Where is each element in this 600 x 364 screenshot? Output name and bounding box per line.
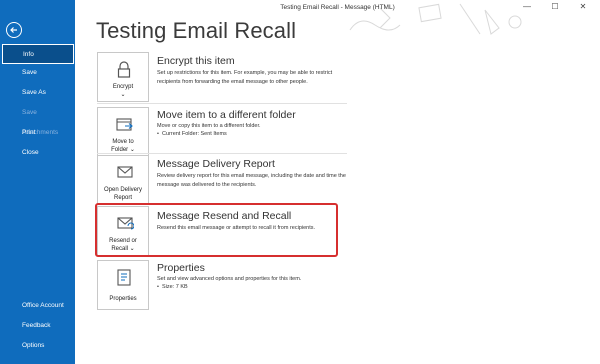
move-title: Move item to a different folder bbox=[157, 109, 296, 121]
sidebar-item-options[interactable]: Options bbox=[2, 336, 74, 356]
sidebar-item-save-attachments: Save Attachments bbox=[22, 109, 59, 136]
move-button-label: Move to Folder ⌄ bbox=[111, 139, 135, 153]
encrypt-button[interactable]: Encrypt ⌄ bbox=[97, 52, 149, 102]
sidebar-item-feedback[interactable]: Feedback bbox=[2, 316, 74, 336]
properties-button[interactable]: Properties bbox=[97, 260, 149, 310]
encrypt-button-label: Encrypt ⌄ bbox=[112, 84, 134, 98]
sidebar-item-office-account[interactable]: Office Account bbox=[2, 296, 74, 316]
sidebar-item-print[interactable]: Print bbox=[2, 123, 74, 143]
sidebar-item-info[interactable]: Info bbox=[2, 44, 74, 64]
folder-move-icon bbox=[116, 118, 133, 131]
close-icon[interactable]: ✕ bbox=[576, 2, 590, 14]
open-delivery-report-button[interactable]: Open Delivery Report bbox=[97, 155, 149, 205]
back-arrow-icon[interactable] bbox=[6, 22, 22, 38]
highlight-box bbox=[95, 203, 338, 257]
lock-icon bbox=[117, 61, 131, 78]
move-description: Move or copy this item to a different fo… bbox=[157, 123, 261, 129]
divider bbox=[97, 103, 347, 104]
minimize-icon[interactable]: — bbox=[520, 2, 534, 14]
backstage-sidebar: Info Save Save As Save Attachments Print… bbox=[0, 0, 75, 364]
mail-report-icon bbox=[117, 166, 133, 178]
item-size: Size: 7 KB bbox=[157, 284, 188, 290]
move-to-folder-button[interactable]: Move to Folder ⌄ bbox=[97, 107, 149, 157]
sidebar-item-close[interactable]: Close bbox=[2, 143, 74, 163]
properties-icon bbox=[117, 269, 131, 286]
divider bbox=[97, 153, 347, 154]
encrypt-title: Encrypt this item bbox=[157, 55, 235, 67]
properties-button-label: Properties bbox=[109, 296, 137, 302]
page-title: Testing Email Recall bbox=[96, 18, 297, 43]
delivery-title: Message Delivery Report bbox=[157, 158, 275, 170]
properties-title: Properties bbox=[157, 262, 205, 274]
delivery-button-label: Open Delivery Report bbox=[103, 187, 142, 201]
sidebar-item-save-as[interactable]: Save As bbox=[2, 83, 74, 103]
current-folder: Current Folder: Sent Items bbox=[157, 131, 227, 137]
maximize-icon[interactable]: ☐ bbox=[548, 2, 562, 14]
properties-description: Set and view advanced options and proper… bbox=[157, 276, 302, 282]
sidebar-item-save[interactable]: Save bbox=[2, 63, 74, 83]
delivery-description: Review delivery report for this email me… bbox=[157, 173, 346, 188]
encrypt-description: Set up restrictions for this item. For e… bbox=[157, 70, 333, 85]
